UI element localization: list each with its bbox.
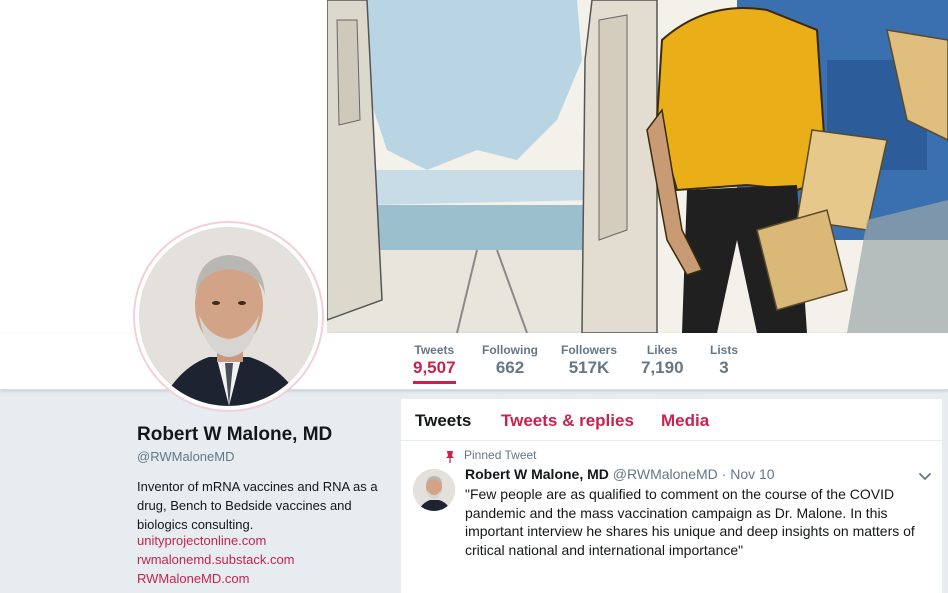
nav-lists[interactable]: Lists 3 [710, 343, 738, 379]
profile-bio: Inventor of mRNA vaccines and RNA as a d… [137, 479, 378, 532]
tweet-avatar[interactable] [413, 469, 455, 511]
tab-media[interactable]: Media [661, 411, 709, 431]
nav-followers[interactable]: Followers 517K [561, 343, 617, 379]
nav-likes-value: 7,190 [641, 358, 684, 377]
banner-image[interactable] [327, 0, 948, 333]
nav-following-value: 662 [495, 358, 525, 377]
nav-lists-value: 3 [719, 358, 729, 377]
nav-likes[interactable]: Likes 7,190 [641, 343, 684, 379]
nav-lists-label: Lists [710, 343, 739, 357]
tab-tweets[interactable]: Tweets [415, 411, 471, 431]
nav-likes-label: Likes [646, 343, 678, 357]
tab-tweets-replies[interactable]: Tweets & replies [501, 411, 634, 431]
tweet-date[interactable]: · Nov 10 [722, 466, 775, 482]
nav-tweets-value: 9,507 [413, 358, 456, 377]
nav-tweets[interactable]: Tweets 9,507 [413, 343, 456, 384]
profile-handle[interactable]: @RWMaloneMD [137, 449, 234, 464]
profile-link-website[interactable]: RWMaloneMD.com [137, 571, 249, 586]
nav-following[interactable]: Following 662 [482, 343, 538, 379]
profile-name[interactable]: Robert W Malone, MD [137, 424, 332, 446]
nav-tweets-label: Tweets [414, 343, 455, 357]
timeline: Tweets Tweets & replies Media Pinned Twe… [401, 399, 942, 593]
profile-avatar[interactable] [133, 221, 324, 412]
nav-following-label: Following [482, 343, 538, 357]
profile-link-substack[interactable]: rwmalonemd.substack.com [137, 552, 295, 567]
chevron-down-icon[interactable] [918, 469, 932, 481]
timeline-tabs: Tweets Tweets & replies Media [401, 399, 942, 441]
tweet-author-name[interactable]: Robert W Malone, MD [465, 466, 609, 482]
tweet-header: Robert W Malone, MD @RWMaloneMD · Nov 10 [465, 466, 775, 482]
tweet-text: "Few people are as qualified to comment … [465, 486, 915, 558]
tweet-author-handle[interactable]: @RWMaloneMD [613, 466, 718, 482]
nav-followers-label: Followers [561, 343, 618, 357]
pinned-tweet-label: Pinned Tweet [464, 448, 537, 462]
pin-icon [445, 450, 455, 463]
nav-followers-value: 517K [568, 358, 610, 377]
profile-link-unityproject[interactable]: unityprojectonline.com [137, 533, 266, 548]
